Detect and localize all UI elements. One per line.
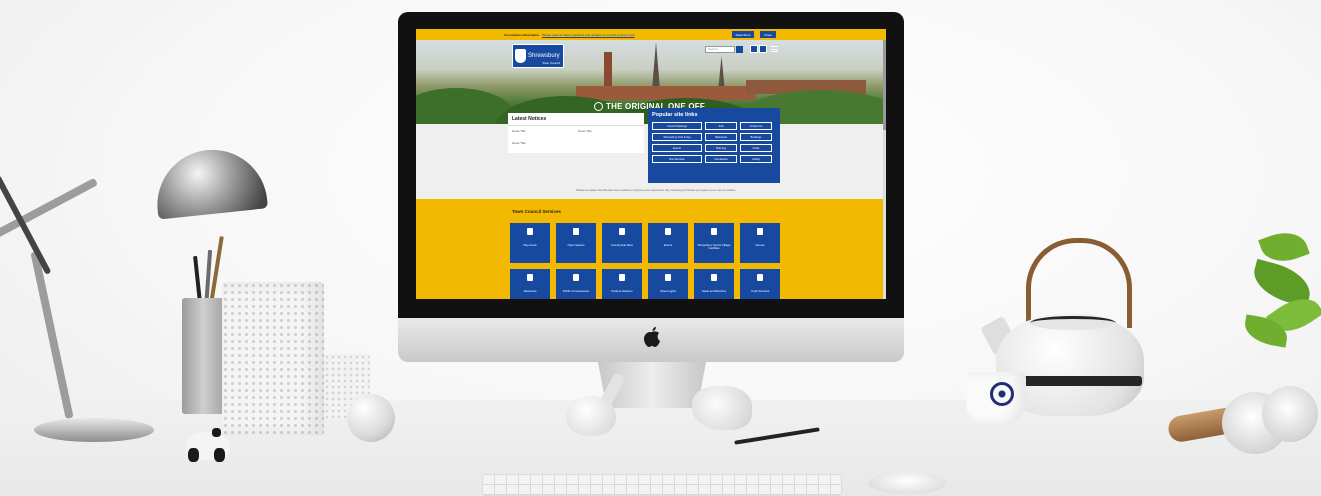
popular-link[interactable]: Cemeteries: [705, 155, 737, 163]
keyboard: [482, 474, 842, 496]
service-tile[interactable]: Open Spaces: [556, 223, 596, 263]
search-input[interactable]: Search: [705, 46, 735, 53]
service-tile[interactable]: Seats and Benches: [694, 269, 734, 299]
crumpled-paper: [692, 386, 752, 430]
bird-figurine: [566, 396, 616, 436]
services-title: Town Council Services: [512, 209, 561, 214]
decorative-sphere: [347, 394, 395, 442]
service-label: Events: [663, 243, 673, 247]
teapot-lid: [1030, 316, 1116, 330]
popular-link[interactable]: Jobs: [705, 122, 737, 130]
flower-pattern-icon: [990, 382, 1014, 406]
apple-icon: [527, 274, 533, 281]
service-label: Street Lights: [660, 289, 676, 293]
pencil-cup: [182, 298, 224, 414]
logo-subtitle: Town Council: [542, 61, 560, 65]
panda-ear: [212, 428, 221, 437]
service-label: Youth Services: [750, 289, 770, 293]
bench-icon: [711, 274, 717, 281]
lamp-base: [34, 418, 154, 442]
play-area-icon: [527, 228, 533, 235]
service-label: Venues: [755, 243, 765, 247]
popular-links-panel: Popular site links Council Meetings Jobs…: [648, 108, 780, 183]
imac-screen: Coronavirus information Please read our …: [416, 29, 886, 299]
service-tile[interactable]: Countryside Sites: [602, 223, 642, 263]
twitter-icon[interactable]: [759, 45, 767, 53]
service-tile[interactable]: Play Areas: [510, 223, 550, 263]
services-section: Town Council Services Play Areas Open Sp…: [416, 199, 886, 299]
popular-link[interactable]: Bus Services: [652, 155, 702, 163]
service-label: Public Conveniences: [562, 289, 590, 293]
popular-link[interactable]: Events: [652, 144, 702, 152]
hero-spire: [652, 42, 660, 90]
park-icon: [619, 274, 625, 281]
scrollbar-thumb[interactable]: [883, 40, 886, 130]
hero-rooftops: [576, 86, 756, 100]
popular-link[interactable]: Parks: [740, 144, 772, 152]
lamp-shade: [151, 144, 269, 220]
service-tile[interactable]: Parks & Gardens: [602, 269, 642, 299]
perforated-vase: [222, 282, 324, 436]
alert-read-more-button[interactable]: Read More: [732, 31, 754, 38]
service-tile[interactable]: Events: [648, 223, 688, 263]
venue-icon: [757, 228, 763, 235]
alert-close-button[interactable]: Close: [760, 31, 776, 38]
popular-links-title: Popular site links: [652, 112, 698, 118]
lamp-arm-lower: [30, 251, 74, 419]
cookie-note: Please be aware that this site uses cook…: [576, 188, 736, 192]
headphones-cup: [1262, 386, 1318, 442]
site-logo[interactable]: Shrewsbury Town Council: [512, 44, 564, 68]
service-tile[interactable]: Venues: [740, 223, 780, 263]
service-label: Seats and Benches: [701, 289, 727, 293]
notice-item[interactable]: News Title: [512, 129, 526, 133]
popular-link[interactable]: Contact Us: [740, 122, 772, 130]
service-label: Shrewsbury Sports Village Facilities: [697, 243, 731, 251]
service-tile[interactable]: Street Lights: [648, 269, 688, 299]
street-light-icon: [665, 274, 671, 281]
service-tile[interactable]: Allotments: [510, 269, 550, 299]
service-label: Play Areas: [523, 243, 537, 247]
popular-link[interactable]: Shrewsbury Fruit & Veg: [652, 133, 702, 141]
logo-mark-icon: [594, 102, 603, 111]
notice-item[interactable]: News Title: [512, 141, 526, 145]
alert-title: Coronavirus information: [504, 32, 540, 37]
apple-logo-icon: [644, 327, 660, 347]
service-label: Allotments: [523, 289, 537, 293]
runner-icon: [711, 228, 717, 235]
notices-title: Latest Notices: [508, 113, 644, 126]
popular-links-grid: Council Meetings Jobs Contact Us Shrewsb…: [652, 122, 776, 163]
trees-icon: [619, 228, 625, 235]
service-label: Parks & Gardens: [611, 289, 633, 293]
crest-icon: [515, 49, 526, 63]
mouse: [868, 472, 946, 494]
youth-icon: [757, 274, 763, 281]
panda-leg: [214, 448, 225, 462]
leaf-icon: [573, 228, 579, 235]
service-tile[interactable]: Shrewsbury Sports Village Facilities: [694, 223, 734, 263]
service-tile[interactable]: Public Conveniences: [556, 269, 596, 299]
alert-link[interactable]: Please read our latest guidance and upda…: [542, 33, 635, 37]
menu-icon[interactable]: [771, 46, 778, 52]
notice-item[interactable]: News Title: [578, 129, 592, 133]
popular-link[interactable]: Planning: [705, 144, 737, 152]
popular-link[interactable]: Council Meetings: [652, 122, 702, 130]
megaphone-icon: [665, 228, 671, 235]
popular-link[interactable]: Charity: [740, 155, 772, 163]
panda-leg: [188, 448, 199, 462]
service-tile[interactable]: Youth Services: [740, 269, 780, 299]
popular-link[interactable]: Bookings: [740, 133, 772, 141]
service-label: Countryside Sites: [611, 243, 633, 247]
alert-bar: Coronavirus information Please read our …: [416, 29, 886, 40]
search-icon[interactable]: [736, 46, 743, 53]
logo-name: Shrewsbury: [528, 52, 560, 59]
facebook-icon[interactable]: [750, 45, 758, 53]
toilets-icon: [573, 274, 579, 281]
latest-notices-panel: Latest Notices News Title News Title New…: [508, 113, 644, 153]
service-label: Open Spaces: [567, 243, 585, 247]
popular-link[interactable]: Allotments: [705, 133, 737, 141]
